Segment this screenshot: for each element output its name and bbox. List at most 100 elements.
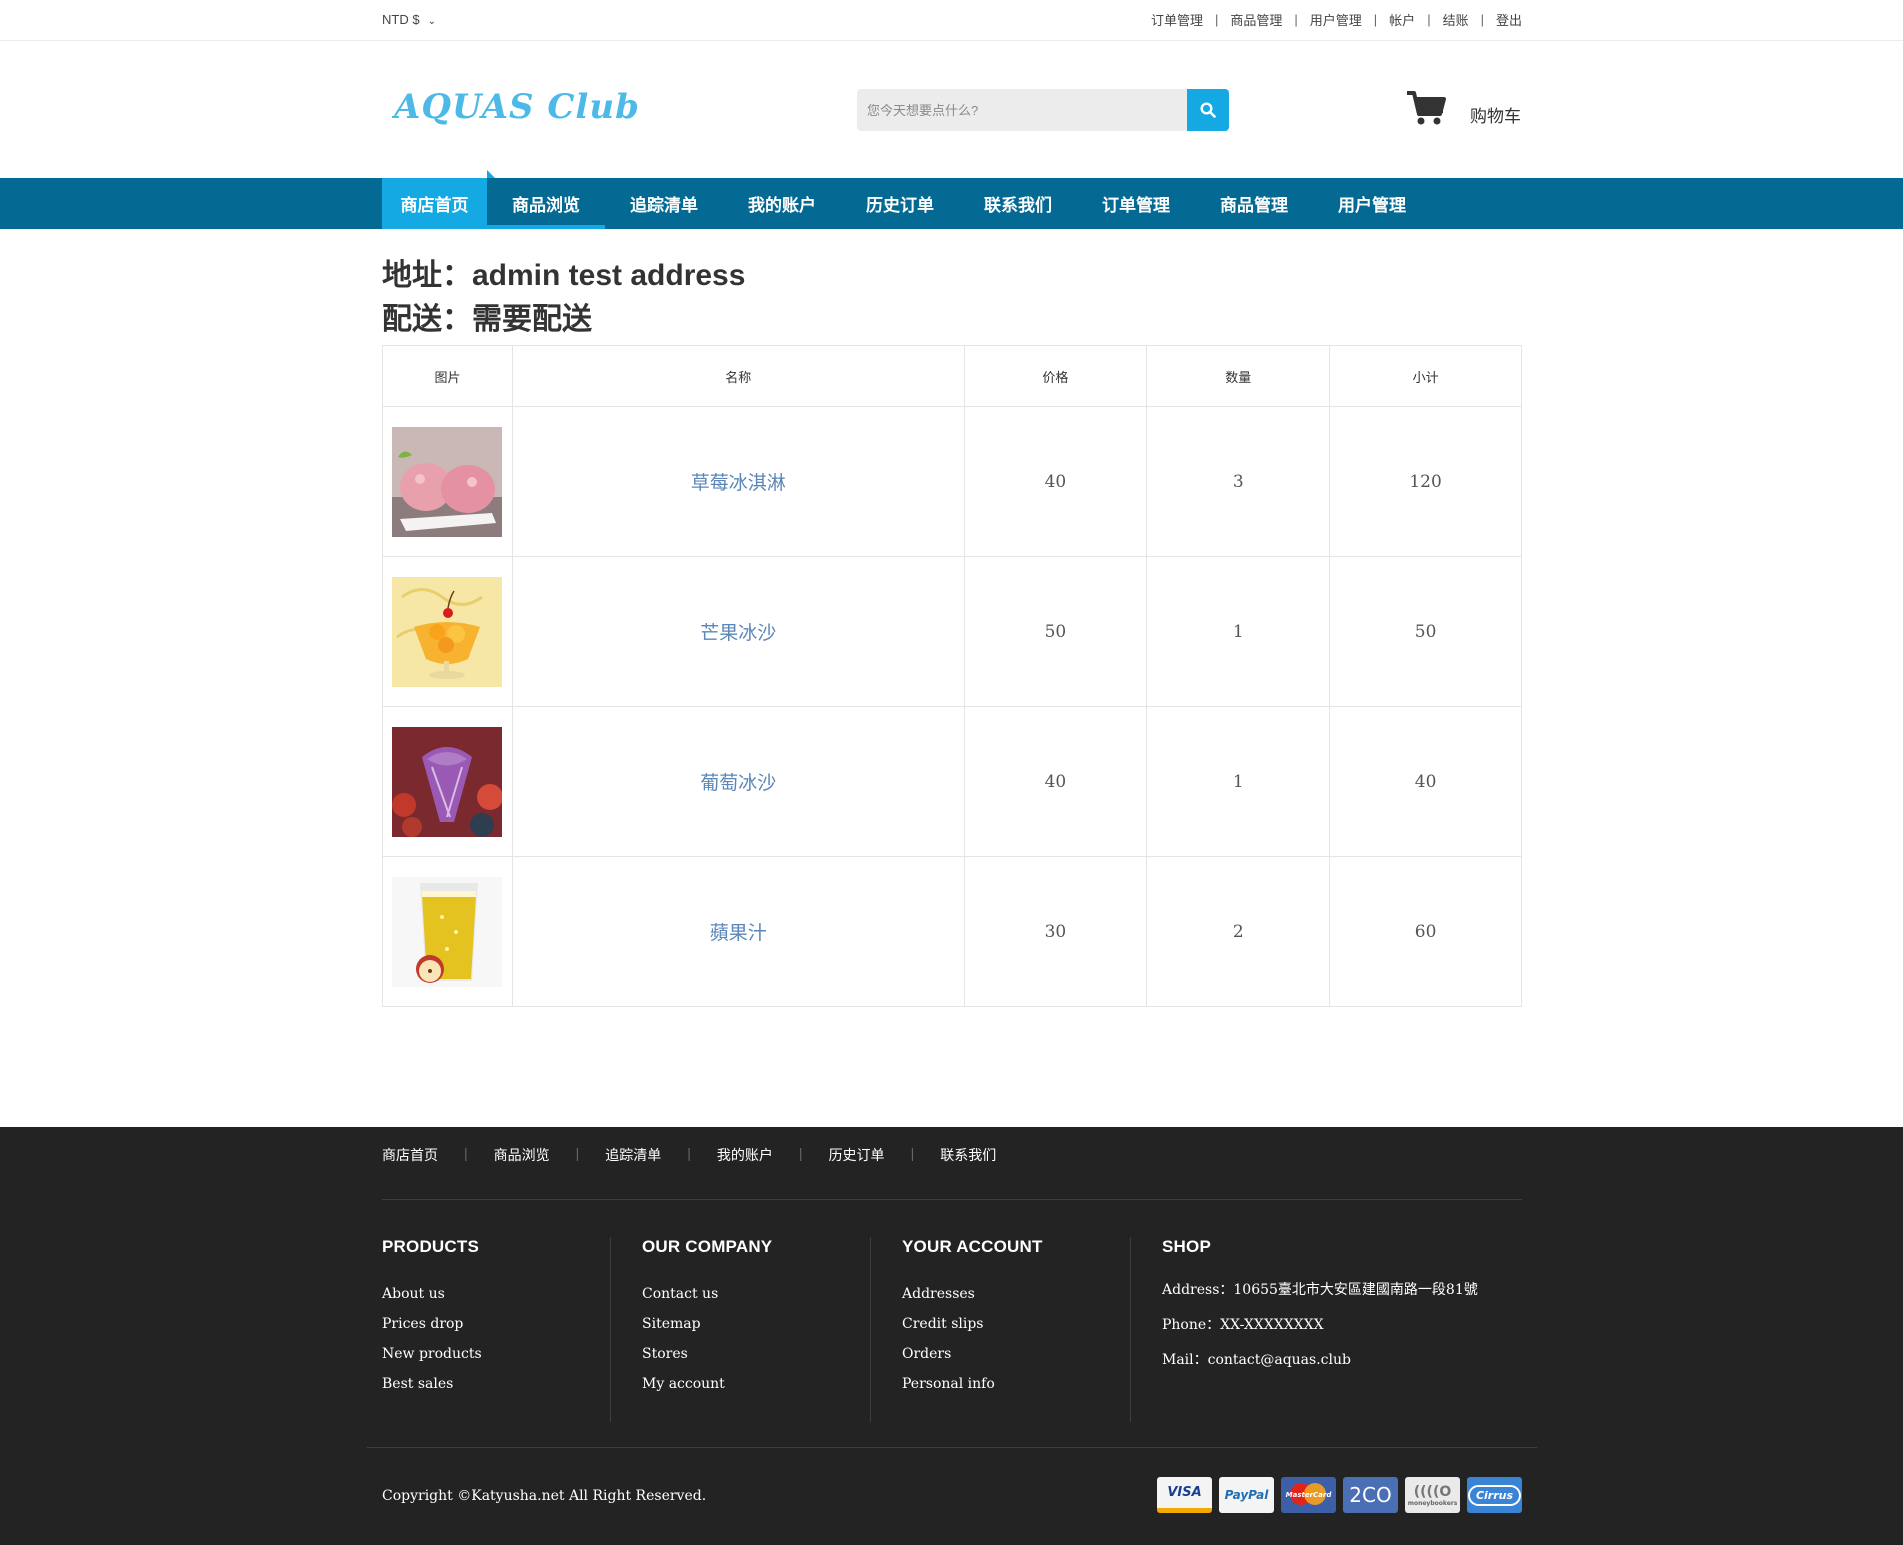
strawberry-ice-cream-image[interactable] bbox=[392, 426, 503, 537]
search-button[interactable] bbox=[1187, 89, 1229, 131]
footer-col-title: SHOP bbox=[1162, 1237, 1211, 1256]
footer-nav: 商店首页 | 商品浏览 | 追踪清单 | 我的账户 | 历史订单 | 联系我们 bbox=[382, 1145, 1522, 1200]
mastercard-icon: MasterCard bbox=[1281, 1477, 1336, 1513]
footer-link-best-sales[interactable]: Best sales bbox=[382, 1369, 610, 1399]
shopping-cart-icon bbox=[1407, 90, 1446, 124]
cirrus-icon: Cirrus bbox=[1467, 1477, 1522, 1513]
footer-link-addresses[interactable]: Addresses bbox=[902, 1279, 1130, 1309]
nav-item-history[interactable]: 历史订单 bbox=[841, 178, 959, 229]
footer-nav-account[interactable]: 我的账户 bbox=[717, 1145, 773, 1199]
chevron-down-icon: ⌄ bbox=[427, 16, 436, 27]
product-image-cell bbox=[382, 706, 513, 857]
main-nav: 商店首页 商品浏览 追踪清单 我的账户 历史订单 联系我们 订单管理 商品管理 … bbox=[0, 170, 1903, 229]
delivery-line: 配送：需要配送 bbox=[382, 303, 592, 336]
product-subtotal: 120 bbox=[1329, 406, 1522, 557]
nav-item-tracking[interactable]: 追踪清单 bbox=[605, 178, 723, 229]
product-image-cell bbox=[382, 556, 513, 707]
footer-link-new-products[interactable]: New products bbox=[382, 1339, 610, 1369]
footer-link-credit-slips[interactable]: Credit slips bbox=[902, 1309, 1130, 1339]
footer-col-shop: SHOP Address：10655臺北市大安區建國南路一段81號 Phone：… bbox=[1130, 1237, 1522, 1422]
footer-link-my-account[interactable]: My account bbox=[642, 1369, 870, 1399]
nav-item-home[interactable]: 商店首页 bbox=[382, 170, 495, 229]
toplink-product-admin[interactable]: 商品管理 bbox=[1230, 10, 1282, 29]
shop-address: Address：10655臺北市大安區建國南路一段81號 bbox=[1162, 1282, 1478, 1298]
table-row: 芒果冰沙 50 1 50 bbox=[382, 556, 1522, 707]
footer-col-title: OUR COMPANY bbox=[642, 1237, 773, 1256]
cart-link[interactable]: 购物车 bbox=[1406, 88, 1521, 127]
payment-icons: VISA PayPal MasterCard 2CO ((((O moneybo… bbox=[1150, 1477, 1522, 1513]
col-header-subtotal: 小计 bbox=[1329, 345, 1522, 407]
nav-item-user-admin[interactable]: 用户管理 bbox=[1313, 178, 1431, 229]
footer-col-products: PRODUCTS About us Prices drop New produc… bbox=[382, 1237, 610, 1422]
product-price: 40 bbox=[963, 706, 1148, 857]
product-name[interactable]: 蘋果汁 bbox=[511, 856, 965, 1007]
footer-col-title: PRODUCTS bbox=[382, 1237, 479, 1256]
product-subtotal: 40 bbox=[1329, 706, 1522, 857]
footer-link-stores[interactable]: Stores bbox=[642, 1339, 870, 1369]
footer-nav-tracking[interactable]: 追踪清单 bbox=[605, 1145, 661, 1199]
moneybookers-icon: ((((O moneybookers bbox=[1405, 1477, 1460, 1513]
product-price: 50 bbox=[963, 556, 1148, 707]
2co-icon: 2CO bbox=[1343, 1477, 1398, 1513]
toplink-order-admin[interactable]: 订单管理 bbox=[1151, 10, 1203, 29]
col-header-price: 价格 bbox=[963, 345, 1148, 407]
currency-selector[interactable]: NTD $ ⌄ bbox=[382, 12, 436, 27]
footer-link-contact-us[interactable]: Contact us bbox=[642, 1279, 870, 1309]
table-row: 蘋果汁 30 2 60 bbox=[382, 856, 1522, 1007]
shop-phone: Phone：XX-XXXXXXXX bbox=[1162, 1317, 1324, 1333]
toplink-account[interactable]: 帐户 bbox=[1389, 10, 1415, 29]
footer-link-about-us[interactable]: About us bbox=[382, 1279, 610, 1309]
top-links: 订单管理 | 商品管理 | 用户管理 | 帐户 | 结账 | 登出 bbox=[1150, 10, 1522, 29]
address-line: 地址：admin test address bbox=[382, 259, 746, 292]
footer-nav-contact[interactable]: 联系我们 bbox=[940, 1145, 996, 1199]
product-image-cell bbox=[382, 856, 513, 1007]
toplink-user-admin[interactable]: 用户管理 bbox=[1310, 10, 1362, 29]
product-subtotal: 50 bbox=[1329, 556, 1522, 707]
product-name[interactable]: 葡萄冰沙 bbox=[511, 706, 965, 857]
site-logo[interactable]: AQUAS Club bbox=[391, 82, 644, 128]
mango-smoothie-image[interactable] bbox=[392, 576, 503, 687]
product-qty: 2 bbox=[1146, 856, 1331, 1007]
col-header-image: 图片 bbox=[382, 345, 513, 407]
product-price: 40 bbox=[963, 406, 1148, 557]
search-input[interactable] bbox=[857, 89, 1187, 131]
footer-nav-history[interactable]: 历史订单 bbox=[829, 1145, 885, 1199]
logo-text: AQUAS Club bbox=[392, 87, 640, 127]
visa-icon: VISA bbox=[1157, 1477, 1212, 1513]
toplink-logout[interactable]: 登出 bbox=[1496, 10, 1522, 29]
table-row: 草莓冰淇淋 40 3 120 bbox=[382, 406, 1522, 557]
footer-link-personal-info[interactable]: Personal info bbox=[902, 1369, 1130, 1399]
nav-item-contact[interactable]: 联系我们 bbox=[959, 178, 1077, 229]
order-info: 地址：admin test address 配送：需要配送 bbox=[382, 254, 745, 342]
product-name[interactable]: 草莓冰淇淋 bbox=[511, 406, 965, 557]
search-bar bbox=[857, 89, 1229, 131]
nav-item-product-admin[interactable]: 商品管理 bbox=[1195, 178, 1313, 229]
nav-item-account[interactable]: 我的账户 bbox=[723, 178, 841, 229]
copyright: Copyright ©Katyusha.net All Right Reserv… bbox=[382, 1488, 707, 1504]
paypal-icon: PayPal bbox=[1219, 1477, 1274, 1513]
table-header-row: 图片 名称 价格 数量 小计 bbox=[382, 345, 1522, 407]
product-name[interactable]: 芒果冰沙 bbox=[511, 556, 965, 707]
currency-label: NTD $ bbox=[382, 12, 420, 27]
footer-nav-home[interactable]: 商店首页 bbox=[382, 1145, 438, 1199]
footer-col-company: OUR COMPANY Contact us Sitemap Stores My… bbox=[610, 1237, 870, 1422]
toplink-checkout[interactable]: 结账 bbox=[1443, 10, 1469, 29]
footer-divider bbox=[367, 1447, 1537, 1448]
col-header-name: 名称 bbox=[511, 345, 965, 407]
footer-link-sitemap[interactable]: Sitemap bbox=[642, 1309, 870, 1339]
footer-col-account: YOUR ACCOUNT Addresses Credit slips Orde… bbox=[870, 1237, 1130, 1422]
product-price: 30 bbox=[963, 856, 1148, 1007]
grape-smoothie-image[interactable] bbox=[392, 726, 503, 837]
product-qty: 3 bbox=[1146, 406, 1331, 557]
footer-link-prices-drop[interactable]: Prices drop bbox=[382, 1309, 610, 1339]
footer-col-title: YOUR ACCOUNT bbox=[902, 1237, 1043, 1256]
table-row: 葡萄冰沙 40 1 40 bbox=[382, 706, 1522, 857]
nav-item-order-admin[interactable]: 订单管理 bbox=[1077, 178, 1195, 229]
footer-link-orders[interactable]: Orders bbox=[902, 1339, 1130, 1369]
footer-nav-browse[interactable]: 商品浏览 bbox=[494, 1145, 550, 1199]
apple-juice-image[interactable] bbox=[392, 876, 503, 987]
site-footer: 商店首页 | 商品浏览 | 追踪清单 | 我的账户 | 历史订单 | 联系我们 PRODU… bbox=[0, 1127, 1903, 1545]
shop-mail[interactable]: Mail：contact@aquas.club bbox=[1162, 1343, 1522, 1378]
nav-item-browse[interactable]: 商品浏览 bbox=[487, 178, 605, 229]
order-table: 图片 名称 价格 数量 小计 草莓冰淇淋 40 3 120 芒果冰沙 50 1 … bbox=[382, 345, 1522, 1007]
